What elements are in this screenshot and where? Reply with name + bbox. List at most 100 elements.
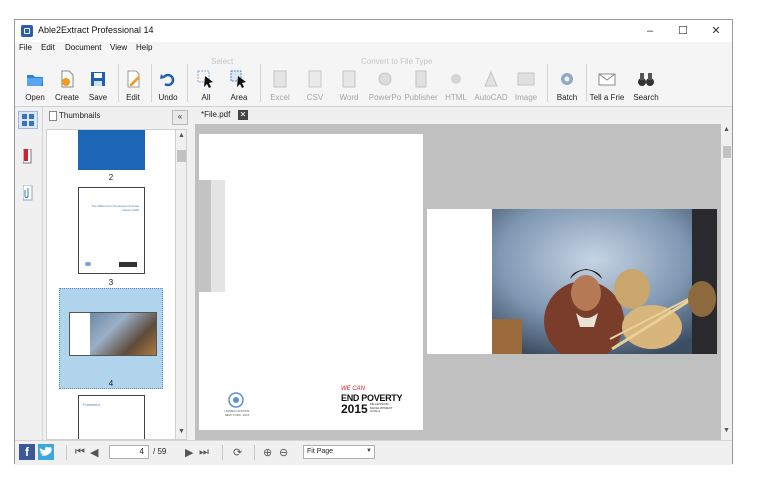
envelope-icon bbox=[598, 73, 616, 86]
menu-edit[interactable]: Edit bbox=[41, 43, 55, 52]
page-edge-mark bbox=[211, 180, 225, 292]
scroll-up-arrow-icon[interactable]: ▲ bbox=[177, 132, 186, 139]
menu-document[interactable]: Document bbox=[65, 43, 101, 52]
side-panel-bar bbox=[15, 107, 43, 440]
document-tab[interactable]: *File.pdf bbox=[201, 110, 230, 119]
chevron-down-icon: ▼ bbox=[366, 448, 372, 454]
powerpoint-icon bbox=[378, 72, 392, 86]
thumbnail-scrollbar[interactable]: ▲ ▼ bbox=[175, 129, 187, 440]
document-view[interactable]: UNITED NATIONS NEW YORK, 2015 WE CAN END… bbox=[195, 124, 731, 440]
thumbnails-title: Thumbnails bbox=[59, 111, 101, 120]
thumbnails-pane: Thumbnails « 2 The Millennium Developmen… bbox=[44, 107, 192, 440]
total-pages: / 59 bbox=[153, 447, 167, 456]
attachments-panel-button[interactable] bbox=[18, 182, 38, 204]
previous-page-icon[interactable]: ◀ bbox=[90, 446, 98, 459]
status-separator bbox=[66, 445, 67, 460]
page-number-input[interactable]: 4 bbox=[109, 445, 149, 459]
scroll-down-arrow-icon[interactable]: ▼ bbox=[723, 427, 730, 434]
thumbnail-page-4 bbox=[69, 312, 157, 356]
window-title: Able2Extract Professional 14 bbox=[38, 25, 154, 35]
thumbnail-page-number: 3 bbox=[108, 278, 114, 287]
paperclip-icon bbox=[23, 185, 33, 201]
word-icon bbox=[342, 70, 356, 88]
pdf-page-left[interactable]: UNITED NATIONS NEW YORK, 2015 WE CAN END… bbox=[199, 134, 423, 430]
cursor-select-area-icon bbox=[230, 70, 246, 88]
new-document-icon bbox=[61, 70, 74, 88]
select-area-button[interactable]: Area bbox=[222, 68, 256, 104]
thumbnails-grid-icon bbox=[22, 114, 34, 126]
close-tab-icon[interactable]: ✕ bbox=[238, 110, 248, 120]
undo-icon bbox=[160, 73, 175, 87]
facebook-icon[interactable]: f bbox=[19, 444, 35, 460]
document-scrollbar[interactable]: ▲ ▼ bbox=[721, 124, 732, 440]
pencil-icon bbox=[127, 70, 140, 88]
un-logo-icon bbox=[85, 262, 91, 266]
thumbnail-page-2[interactable] bbox=[78, 130, 145, 170]
thumbnail-page-3[interactable]: The Millennium Development Goals Report … bbox=[78, 187, 145, 274]
publisher-icon bbox=[415, 70, 427, 88]
page-edge-mark bbox=[199, 180, 211, 292]
bookmarks-panel-button[interactable] bbox=[18, 147, 38, 167]
floppy-disk-icon bbox=[91, 72, 105, 86]
tell-a-friend-button[interactable]: Tell a Frie bbox=[590, 68, 624, 104]
autocad-icon bbox=[484, 70, 498, 87]
status-bar: f ⏮ ◀ 4 / 59 ▶ ⏭ ⟳ ⊕ ⊖ Fit Page ▼ bbox=[15, 440, 732, 465]
app-logo-icon bbox=[21, 25, 33, 37]
status-separator bbox=[222, 445, 223, 460]
thumbnails-panel-button[interactable] bbox=[18, 111, 38, 129]
status-separator bbox=[254, 445, 255, 460]
csv-icon bbox=[308, 70, 322, 88]
first-page-icon[interactable]: ⏮ bbox=[75, 446, 85, 459]
next-page-icon[interactable]: ▶ bbox=[185, 446, 193, 459]
convert-image-button[interactable]: Image bbox=[509, 68, 543, 104]
title-bar: Able2Extract Professional 14 – ☐ ✕ bbox=[15, 20, 732, 42]
mdg-logo-subtext: MILLENNIUM DEVELOPMENT GOALS bbox=[370, 402, 393, 413]
thumbnails-header: Thumbnails « bbox=[44, 107, 192, 127]
zoom-in-icon[interactable]: ⊕ bbox=[263, 446, 272, 459]
thumbnail-page-number: 4 bbox=[108, 379, 114, 388]
mdg-logo-line1: WE CAN bbox=[341, 386, 365, 392]
search-button[interactable]: Search bbox=[629, 68, 663, 104]
image-icon bbox=[517, 72, 535, 86]
thumbnail-heading: Foreword bbox=[83, 402, 100, 407]
menu-bar: File Edit Document View Help bbox=[15, 42, 732, 56]
binoculars-icon bbox=[638, 73, 654, 86]
menu-file[interactable]: File bbox=[19, 43, 32, 52]
un-logo-text: UNITED NATIONS NEW YORK, 2015 bbox=[224, 409, 250, 417]
scroll-up-arrow-icon[interactable]: ▲ bbox=[723, 126, 730, 133]
document-tab-bar: *File.pdf ✕ bbox=[195, 107, 732, 124]
thumbnail-selected-4[interactable]: 4 bbox=[59, 288, 163, 389]
last-page-icon[interactable]: ⏭ bbox=[199, 446, 209, 459]
thumbnail-page-5[interactable]: Foreword bbox=[78, 395, 145, 439]
select-group-label: Select bbox=[211, 57, 234, 66]
mdg-logo-line3: 2015 bbox=[341, 402, 368, 416]
menu-help[interactable]: Help bbox=[136, 43, 152, 52]
minimize-button[interactable]: – bbox=[634, 20, 666, 42]
rotate-icon[interactable]: ⟳ bbox=[233, 446, 242, 459]
scroll-down-arrow-icon[interactable]: ▼ bbox=[177, 428, 186, 435]
convert-group-label: Convert to File Type bbox=[361, 57, 433, 66]
zoom-select-value: Fit Page bbox=[307, 448, 334, 455]
photo-woman-weaving-baskets bbox=[492, 209, 717, 354]
menu-view[interactable]: View bbox=[110, 43, 127, 52]
zoom-select[interactable]: Fit Page ▼ bbox=[303, 445, 375, 459]
undo-button[interactable]: Undo bbox=[151, 68, 185, 104]
convert-word-button[interactable]: Word bbox=[332, 68, 366, 104]
thumbnail-list: 2 The Millennium Development Goals Repor… bbox=[46, 129, 176, 440]
thumbnail-page-number: 2 bbox=[108, 173, 114, 182]
pdf-page-right[interactable] bbox=[427, 209, 717, 354]
zoom-out-icon[interactable]: ⊖ bbox=[279, 446, 288, 459]
twitter-icon[interactable] bbox=[38, 444, 54, 460]
toolbar: Select Convert to File Type Open Create … bbox=[15, 56, 732, 107]
close-button[interactable]: ✕ bbox=[700, 20, 732, 42]
maximize-button[interactable]: ☐ bbox=[667, 20, 699, 42]
page-photo bbox=[492, 209, 717, 354]
batch-button[interactable]: Batch bbox=[550, 68, 584, 104]
collapse-pane-button[interactable]: « bbox=[172, 110, 188, 125]
app-window: Able2Extract Professional 14 – ☐ ✕ File … bbox=[14, 19, 733, 465]
bookmark-icon bbox=[23, 149, 32, 164]
scroll-thumb[interactable] bbox=[177, 150, 186, 162]
scroll-thumb[interactable] bbox=[723, 146, 731, 158]
gear-icon bbox=[561, 73, 573, 85]
convert-powerpoint-button[interactable]: PowerPo bbox=[368, 68, 402, 104]
